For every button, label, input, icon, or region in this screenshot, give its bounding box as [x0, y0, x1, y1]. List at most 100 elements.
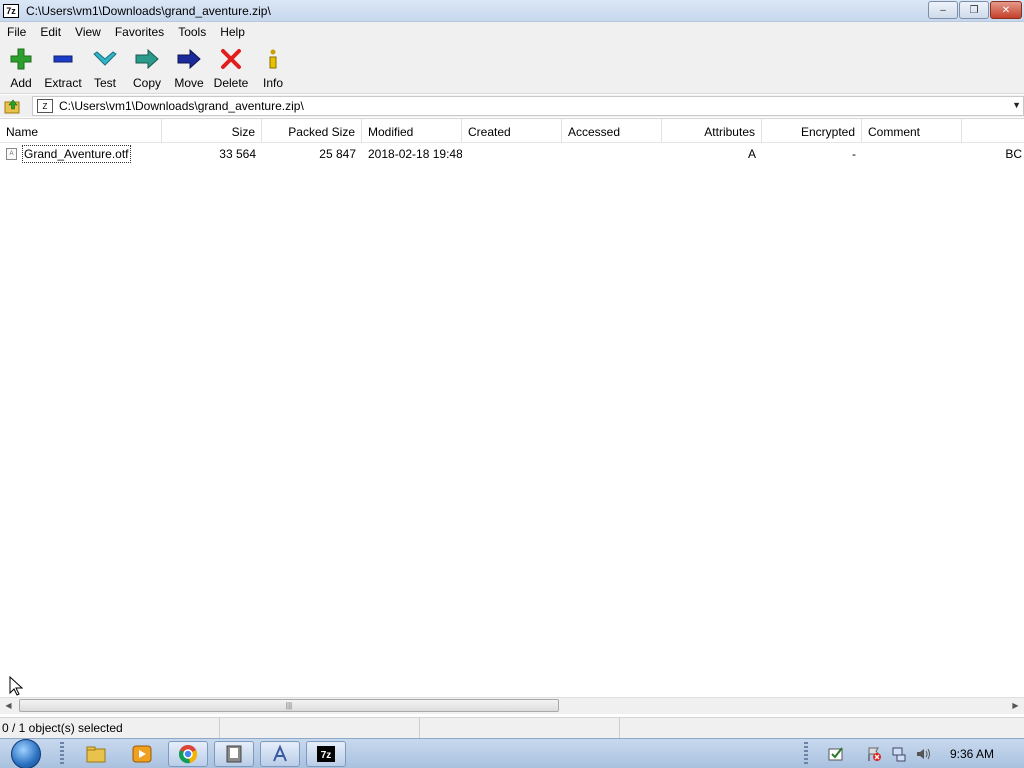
- menu-file[interactable]: File: [0, 22, 33, 42]
- folder-up-icon: [4, 99, 20, 114]
- delete-label: Delete: [213, 76, 249, 90]
- archive-app-taskbar-button[interactable]: [214, 741, 254, 767]
- address-input[interactable]: Z C:\Users\vm1\Downloads\grand_aventure.…: [32, 96, 1024, 116]
- media-player-icon: [132, 745, 152, 763]
- mouse-cursor-icon: [9, 676, 23, 696]
- windows-orb-icon: [11, 739, 41, 768]
- add-button[interactable]: Add: [0, 42, 42, 90]
- address-path: C:\Users\vm1\Downloads\grand_aventure.zi…: [59, 99, 304, 113]
- horizontal-scrollbar[interactable]: ◀ ||| ▶: [0, 697, 1024, 714]
- archive-app-icon: [226, 745, 242, 763]
- test-icon: [93, 47, 117, 71]
- tray-grip: [804, 742, 808, 766]
- extract-label: Extract: [44, 76, 82, 90]
- flag-error-icon[interactable]: [866, 746, 882, 762]
- action-center-icon[interactable]: [828, 746, 844, 762]
- menu-favorites[interactable]: Favorites: [108, 22, 171, 42]
- selection-status: 0 / 1 object(s) selected: [0, 718, 220, 738]
- move-icon: [177, 47, 201, 71]
- column-created[interactable]: Created: [462, 119, 562, 143]
- test-button[interactable]: Test: [84, 42, 126, 90]
- file-attributes: A: [747, 147, 756, 161]
- delete-icon: [219, 47, 243, 71]
- file-accessed: [562, 145, 662, 163]
- file-created: [462, 145, 562, 163]
- move-label: Move: [174, 76, 204, 90]
- scroll-left-arrow[interactable]: ◀: [0, 698, 17, 714]
- file-packed-size: 25 847: [319, 147, 356, 161]
- file-name[interactable]: Grand_Aventure.otf: [22, 145, 131, 163]
- extract-button[interactable]: Extract: [42, 42, 84, 90]
- extract-icon: [51, 47, 75, 71]
- status-panel-extra: [620, 718, 1024, 738]
- 7zip-icon: 7z: [317, 746, 335, 762]
- column-size[interactable]: Size: [162, 119, 262, 143]
- font-viewer-icon: [273, 744, 287, 762]
- explorer-taskbar-button[interactable]: [76, 741, 116, 767]
- close-button[interactable]: ✕: [990, 1, 1022, 19]
- copy-icon: [135, 47, 159, 71]
- chevron-down-icon[interactable]: ▼: [1012, 100, 1021, 110]
- column-modified[interactable]: Modified: [362, 119, 462, 143]
- add-icon: [9, 47, 33, 71]
- chrome-taskbar-button[interactable]: [168, 741, 208, 767]
- table-row[interactable]: A Grand_Aventure.otf 33 564 25 847 2018-…: [0, 145, 1024, 163]
- 7zip-app-icon: 7z: [3, 3, 19, 18]
- status-bar: 0 / 1 object(s) selected: [0, 717, 1024, 738]
- start-button[interactable]: [8, 739, 44, 768]
- font-viewer-taskbar-button[interactable]: [260, 741, 300, 767]
- clock[interactable]: 9:36 AM: [950, 739, 994, 768]
- font-file-icon: A: [6, 148, 17, 160]
- title-bar: 7z C:\Users\vm1\Downloads\grand_aventure…: [0, 0, 1024, 22]
- menu-help[interactable]: Help: [213, 22, 252, 42]
- file-crc: BC: [1005, 147, 1022, 161]
- chrome-icon: [178, 745, 198, 764]
- file-modified: 2018-02-18 19:48: [368, 147, 462, 161]
- move-button[interactable]: Move: [168, 42, 210, 90]
- file-list[interactable]: Name Size Packed Size Modified Created A…: [0, 118, 1024, 698]
- column-name[interactable]: Name: [0, 119, 162, 143]
- delete-button[interactable]: Delete: [210, 42, 252, 90]
- column-packed-size[interactable]: Packed Size: [262, 119, 362, 143]
- 7zip-taskbar-button[interactable]: 7z: [306, 741, 346, 767]
- column-attributes[interactable]: Attributes: [662, 119, 762, 143]
- file-comment: [862, 145, 962, 163]
- menu-view[interactable]: View: [68, 22, 108, 42]
- info-icon: [261, 47, 285, 71]
- up-folder-button[interactable]: [2, 96, 24, 116]
- window-controls: – ❐ ✕: [928, 1, 1022, 19]
- window-title: C:\Users\vm1\Downloads\grand_aventure.zi…: [26, 3, 271, 18]
- column-header: Name Size Packed Size Modified Created A…: [0, 119, 1024, 143]
- menu-tools[interactable]: Tools: [171, 22, 213, 42]
- copy-button[interactable]: Copy: [126, 42, 168, 90]
- info-button[interactable]: Info: [252, 42, 294, 90]
- maximize-button[interactable]: ❐: [959, 1, 989, 19]
- add-label: Add: [10, 76, 32, 90]
- file-encrypted: -: [852, 147, 856, 161]
- zip-archive-icon: Z: [37, 99, 53, 113]
- taskbar: 7z 9:36 AM: [0, 738, 1024, 768]
- column-accessed[interactable]: Accessed: [562, 119, 662, 143]
- explorer-icon: [86, 746, 106, 763]
- copy-label: Copy: [132, 76, 161, 90]
- menu-bar: File Edit View Favorites Tools Help: [0, 22, 1024, 42]
- file-size: 33 564: [219, 147, 256, 161]
- svg-text:7z: 7z: [321, 750, 332, 761]
- column-encrypted[interactable]: Encrypted: [762, 119, 862, 143]
- minimize-button[interactable]: –: [928, 1, 958, 19]
- column-crc[interactable]: [962, 119, 1024, 143]
- status-panel-packed: [420, 718, 620, 738]
- test-label: Test: [93, 76, 116, 90]
- volume-icon[interactable]: [915, 746, 931, 762]
- column-comment[interactable]: Comment: [862, 119, 962, 143]
- info-label: Info: [262, 76, 283, 90]
- menu-edit[interactable]: Edit: [33, 22, 68, 42]
- network-icon[interactable]: [891, 746, 907, 762]
- status-panel-size: [220, 718, 420, 738]
- scroll-thumb[interactable]: |||: [19, 699, 559, 712]
- address-bar: Z C:\Users\vm1\Downloads\grand_aventure.…: [0, 95, 1024, 117]
- taskbar-grip: [60, 742, 64, 766]
- toolbar: Add Extract Test Copy Move Delete Info: [0, 42, 1024, 94]
- media-player-taskbar-button[interactable]: [122, 741, 162, 767]
- scroll-right-arrow[interactable]: ▶: [1007, 698, 1024, 714]
